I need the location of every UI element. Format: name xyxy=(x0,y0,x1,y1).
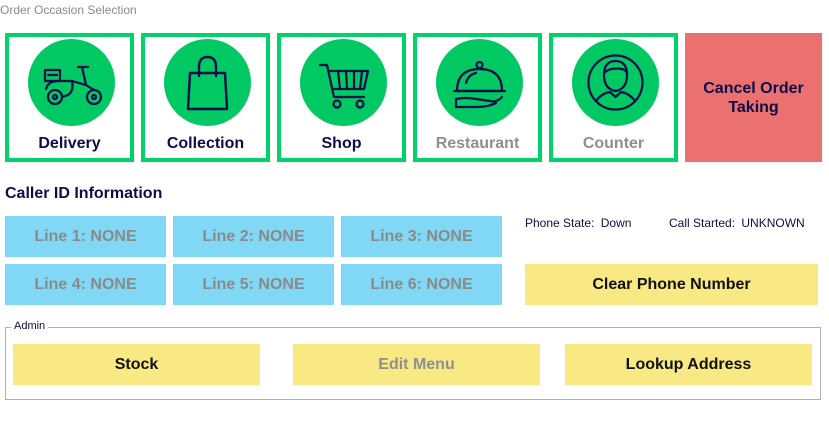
delivery-label: Delivery xyxy=(38,135,101,152)
line-3-button[interactable]: Line 3: NONE xyxy=(341,216,502,257)
admin-legend: Admin xyxy=(11,320,49,332)
line-6-button[interactable]: Line 6: NONE xyxy=(341,264,502,305)
lookup-address-button[interactable]: Lookup Address xyxy=(565,344,812,385)
shop-button[interactable]: Shop xyxy=(277,33,406,162)
call-started-value: UNKNOWN xyxy=(741,216,805,230)
collection-label: Collection xyxy=(166,135,245,152)
shopping-bag-icon xyxy=(164,39,251,126)
counter-label: Counter xyxy=(582,135,645,152)
window-title: Order Occasion Selection xyxy=(0,3,137,17)
shop-label: Shop xyxy=(321,135,362,152)
edit-menu-button[interactable]: Edit Menu xyxy=(293,344,540,385)
clear-phone-number-button[interactable]: Clear Phone Number xyxy=(525,264,818,305)
phone-state-label: Phone State: xyxy=(525,216,595,230)
counter-button[interactable]: Counter xyxy=(549,33,678,162)
phone-state-value: Down xyxy=(600,216,632,230)
restaurant-label: Restaurant xyxy=(435,135,520,152)
person-icon xyxy=(572,39,659,126)
delivery-button[interactable]: Delivery xyxy=(5,33,134,162)
line-2-button[interactable]: Line 2: NONE xyxy=(173,216,334,257)
phone-state: Phone State: Down xyxy=(525,216,631,230)
caller-id-title: Caller ID Information xyxy=(5,185,163,202)
line-1-button[interactable]: Line 1: NONE xyxy=(5,216,166,257)
line-4-button[interactable]: Line 4: NONE xyxy=(5,264,166,305)
collection-button[interactable]: Collection xyxy=(141,33,270,162)
scooter-icon xyxy=(28,39,115,126)
line-5-button[interactable]: Line 5: NONE xyxy=(173,264,334,305)
stock-button[interactable]: Stock xyxy=(13,344,260,385)
restaurant-button[interactable]: Restaurant xyxy=(413,33,542,162)
shopping-cart-icon xyxy=(300,39,387,126)
cancel-order-button[interactable]: Cancel Order Taking xyxy=(685,33,822,162)
cloche-icon xyxy=(436,39,523,126)
call-started-label: Call Started: xyxy=(669,216,736,230)
call-started: Call Started: UNKNOWN xyxy=(669,216,805,230)
